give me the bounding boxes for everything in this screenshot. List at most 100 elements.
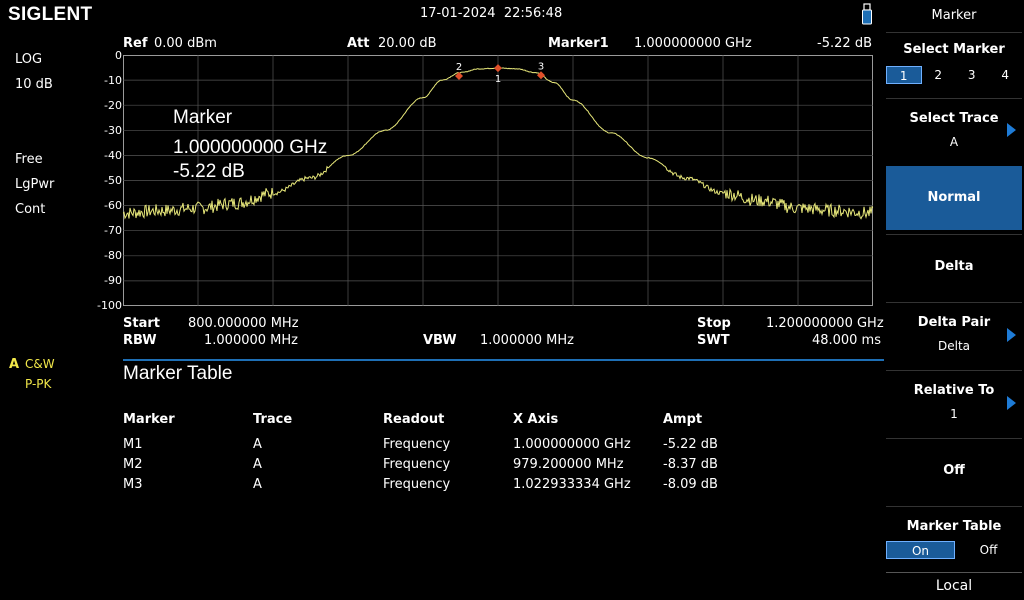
rbw-label: RBW xyxy=(123,333,157,348)
sweep-mode: Cont xyxy=(15,202,45,217)
y-tick-label: -20 xyxy=(104,99,122,112)
vbw-label: VBW xyxy=(423,333,457,348)
scale-div: 10 dB xyxy=(15,77,53,92)
relative-to-key[interactable]: Relative To 1 xyxy=(886,370,1022,435)
cell-ampt: -8.09 dB xyxy=(663,477,718,492)
submenu-arrow-icon xyxy=(1007,328,1016,342)
menu-title: Marker xyxy=(886,8,1022,23)
cell-readout: Frequency xyxy=(383,437,450,452)
y-tick-label: -70 xyxy=(104,224,122,237)
y-tick-label: -50 xyxy=(104,174,122,187)
swt-label: SWT xyxy=(697,333,730,348)
delta-pair-label: Delta Pair xyxy=(886,315,1022,330)
cell-ampt: -5.22 dB xyxy=(663,437,718,452)
marker-option-2[interactable]: 2 xyxy=(922,66,956,84)
select-trace-value: A xyxy=(886,135,1022,149)
local-label: Local xyxy=(886,578,1022,594)
marker-3-label: 3 xyxy=(538,61,544,72)
cell-ampt: -8.37 dB xyxy=(663,457,718,472)
y-tick-label: -60 xyxy=(104,199,122,212)
local-key[interactable]: Local xyxy=(886,572,1022,600)
col-header-ampt: Ampt xyxy=(663,412,702,427)
cell-marker: M3 xyxy=(123,477,143,492)
marker-table-on[interactable]: On xyxy=(886,541,955,559)
col-header-readout: Readout xyxy=(383,412,444,427)
off-label: Off xyxy=(886,463,1022,478)
off-key[interactable]: Off xyxy=(886,438,1022,503)
marker-option-3[interactable]: 3 xyxy=(955,66,989,84)
marker-2-label: 2 xyxy=(456,62,462,73)
select-trace-label: Select Trace xyxy=(886,111,1022,126)
detector-mode: LgPwr xyxy=(15,177,54,192)
cell-readout: Frequency xyxy=(383,457,450,472)
marker-ampt: -5.22 dB xyxy=(780,36,872,51)
select-marker-key[interactable]: Select Marker 1 2 3 4 xyxy=(886,32,1022,95)
y-axis-labels: 0 -10 -20 -30 -40 -50 -60 -70 -80 -90 -1… xyxy=(88,49,122,311)
submenu-arrow-icon xyxy=(1007,396,1016,410)
ref-value: 0.00 dBm xyxy=(154,36,217,51)
relative-to-label: Relative To xyxy=(886,383,1022,398)
marker-table-key-label: Marker Table xyxy=(886,519,1022,534)
col-header-xaxis: X Axis xyxy=(513,412,558,427)
stop-value: 1.200000000 GHz xyxy=(766,316,884,331)
normal-label: Normal xyxy=(886,190,1022,205)
marker-selector[interactable]: 1 2 3 4 xyxy=(886,66,1022,84)
marker-table-off[interactable]: Off xyxy=(955,541,1022,559)
scale-type: LOG xyxy=(15,52,42,67)
trace-letter: A xyxy=(9,357,19,372)
marker-option-1[interactable]: 1 xyxy=(886,66,922,84)
start-value: 800.000000 MHz xyxy=(188,316,299,331)
col-header-marker: Marker xyxy=(123,412,175,427)
delta-key[interactable]: Delta xyxy=(886,234,1022,299)
y-tick-label: -90 xyxy=(104,274,122,287)
table-row[interactable]: M2 A Frequency 979.200000 MHz -8.37 dB xyxy=(123,457,823,475)
trace-mode: C&W xyxy=(25,357,55,371)
cell-trace: A xyxy=(253,457,262,472)
cell-trace: A xyxy=(253,437,262,452)
relative-to-value: 1 xyxy=(886,407,1022,421)
normal-key[interactable]: Normal xyxy=(886,166,1022,230)
y-tick-label: -40 xyxy=(104,149,122,162)
select-trace-key[interactable]: Select Trace A xyxy=(886,98,1022,163)
start-label: Start xyxy=(123,316,160,331)
marker-table-toggle[interactable]: On Off xyxy=(886,541,1022,559)
delta-pair-key[interactable]: Delta Pair Delta xyxy=(886,302,1022,367)
swt-value: 48.000 ms xyxy=(780,333,881,348)
y-tick-label: -80 xyxy=(104,249,122,262)
brand-logo: SIGLENT xyxy=(8,4,92,26)
select-marker-label: Select Marker xyxy=(886,42,1022,57)
att-label: Att xyxy=(347,36,370,51)
att-value: 20.00 dB xyxy=(378,36,437,51)
table-row[interactable]: M1 A Frequency 1.000000000 GHz -5.22 dB xyxy=(123,437,823,455)
rbw-value: 1.000000 MHz xyxy=(204,333,298,348)
trace-detector: P-PK xyxy=(25,377,51,391)
marker-freq: 1.000000000 GHz xyxy=(634,36,752,51)
y-tick-label: -10 xyxy=(104,74,122,87)
y-tick-label: 0 xyxy=(115,49,122,62)
cell-marker: M2 xyxy=(123,457,143,472)
softkey-menu: Marker Select Marker 1 2 3 4 Select Trac… xyxy=(884,0,1024,600)
ref-label: Ref xyxy=(123,36,147,51)
marker-table-header: Marker Trace Readout X Axis Ampt xyxy=(123,412,823,430)
vbw-value: 1.000000 MHz xyxy=(480,333,574,348)
usb-icon xyxy=(862,3,872,25)
cell-xaxis: 1.000000000 GHz xyxy=(513,437,631,452)
col-header-trace: Trace xyxy=(253,412,292,427)
cell-xaxis: 979.200000 MHz xyxy=(513,457,624,472)
cell-xaxis: 1.022933334 GHz xyxy=(513,477,631,492)
section-divider xyxy=(123,359,884,361)
datetime: 17-01-2024 22:56:48 xyxy=(420,6,562,21)
marker-label: Marker1 xyxy=(548,36,609,51)
date-text: 17-01-2024 xyxy=(420,6,496,21)
cell-readout: Frequency xyxy=(383,477,450,492)
time-text: 22:56:48 xyxy=(504,6,562,21)
marker-readout-freq: 1.000000000 GHz xyxy=(173,137,327,159)
trigger-mode: Free xyxy=(15,152,43,167)
table-row[interactable]: M3 A Frequency 1.022933334 GHz -8.09 dB xyxy=(123,477,823,495)
marker-readout-title: Marker xyxy=(173,107,232,129)
delta-pair-value: Delta xyxy=(886,339,1022,353)
cell-trace: A xyxy=(253,477,262,492)
marker-option-4[interactable]: 4 xyxy=(989,66,1023,84)
marker-table-key[interactable]: Marker Table On Off xyxy=(886,506,1022,569)
submenu-arrow-icon xyxy=(1007,123,1016,137)
